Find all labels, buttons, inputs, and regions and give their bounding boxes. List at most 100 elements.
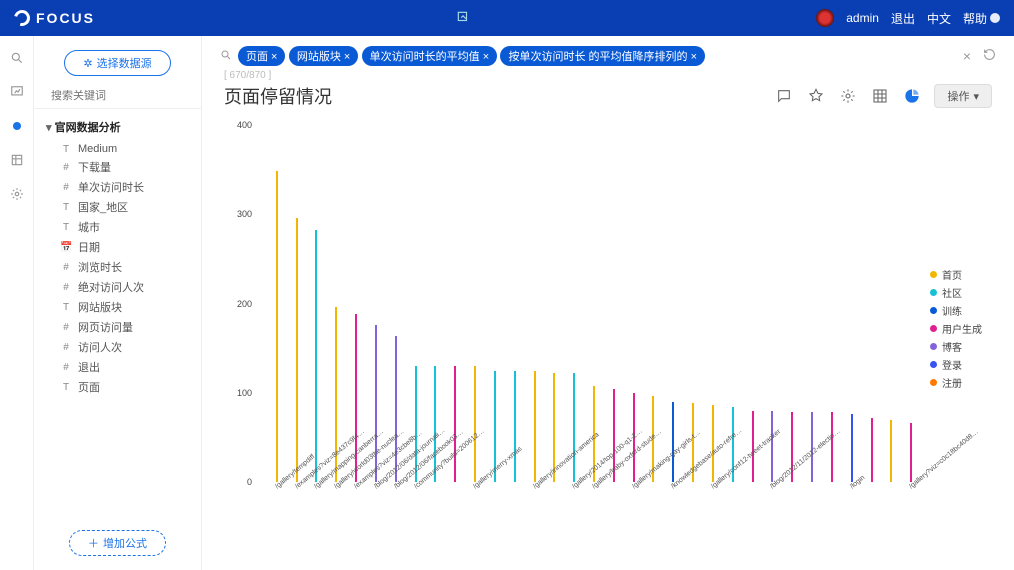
y-tick: 0 (247, 477, 252, 487)
query-pill[interactable]: 网站版块 × (289, 46, 358, 66)
field-label: 国家_地区 (78, 199, 128, 215)
pin-icon[interactable] (806, 86, 826, 106)
chart-area: 0100200300400/gallery/tempdiff/examples?… (202, 117, 1014, 570)
data-icon[interactable] (9, 152, 25, 168)
legend-item[interactable]: 博客 (930, 339, 1000, 354)
refresh-icon[interactable] (983, 48, 996, 64)
active-nav-icon[interactable] (9, 118, 25, 134)
field-type-icon: T (60, 382, 72, 393)
query-pill[interactable]: 单次访问时长的平均值 × (362, 46, 497, 66)
app-brand: FOCUS (36, 10, 95, 26)
legend-item[interactable]: 注册 (930, 375, 1000, 390)
legend: 首页社区训练用户生成博客登录注册 (930, 117, 1000, 564)
bar[interactable] (454, 366, 456, 482)
operate-button[interactable]: 操作 ▾ (934, 84, 992, 108)
field-item[interactable]: T页面 (46, 377, 193, 397)
bar[interactable] (315, 230, 317, 482)
comment-icon[interactable] (774, 86, 794, 106)
field-type-icon: # (60, 162, 72, 173)
config-icon[interactable] (838, 86, 858, 106)
chart-icon[interactable] (902, 86, 922, 106)
bar[interactable] (890, 420, 892, 482)
field-label: 退出 (78, 359, 100, 375)
bar[interactable] (573, 373, 575, 482)
help-link[interactable]: 帮助 (963, 10, 1000, 27)
avatar[interactable] (816, 9, 834, 27)
y-tick: 200 (237, 299, 252, 309)
result-count: [ 670/870 ] (202, 70, 1014, 81)
bar[interactable] (771, 411, 773, 482)
bar[interactable] (514, 371, 516, 482)
bar[interactable] (910, 423, 912, 482)
field-type-icon: # (60, 362, 72, 373)
select-source-button[interactable]: ✲ 选择数据源 (64, 50, 170, 76)
topbar: FOCUS admin 退出 中文 帮助 (0, 0, 1014, 36)
query-pill[interactable]: 按单次访问时长 的平均值降序排列的 × (500, 46, 705, 66)
field-item[interactable]: T城市 (46, 217, 193, 237)
add-formula-button[interactable]: ＋ 增加公式 (69, 530, 166, 556)
edit-icon[interactable] (456, 10, 470, 27)
field-item[interactable]: TMedium (46, 141, 193, 157)
y-tick: 300 (237, 209, 252, 219)
field-item[interactable]: T 国家_地区 (46, 197, 193, 217)
bar[interactable] (296, 218, 298, 482)
field-label: 单次访问时长 (78, 179, 144, 195)
titlebar: 页面停留情况 操作 ▾ (202, 81, 1014, 117)
field-type-icon: # (60, 182, 72, 193)
sidebar: ✲ 选择数据源 官网数据分析 TMedium#下载量#单次访问时长T国家_地区T… (34, 36, 202, 570)
field-type-icon: # (60, 342, 72, 353)
field-item[interactable]: #绝对访问人次 (46, 277, 193, 297)
username[interactable]: admin (846, 11, 879, 25)
bar[interactable] (395, 336, 397, 482)
tree-root[interactable]: 官网数据分析 (46, 119, 193, 135)
field-item[interactable]: # 单次访问时长 (46, 177, 193, 197)
clear-query-icon[interactable]: × (957, 48, 977, 64)
field-label: 日期 (78, 239, 100, 255)
field-search[interactable] (34, 84, 201, 109)
bar[interactable] (276, 171, 278, 482)
field-type-icon: T (60, 202, 72, 213)
query-pill[interactable]: 页面 × (238, 46, 285, 66)
field-item[interactable]: # 退出 (46, 357, 193, 377)
query-search-icon[interactable] (220, 49, 232, 64)
legend-item[interactable]: 训练 (930, 303, 1000, 318)
field-tree: 官网数据分析 TMedium#下载量#单次访问时长T国家_地区T城市📅日期#浏览… (34, 109, 201, 520)
table-icon[interactable] (870, 86, 890, 106)
field-label: 访问人次 (78, 339, 122, 355)
bar[interactable] (672, 402, 674, 482)
field-item[interactable]: # 下载量 (46, 157, 193, 177)
legend-item[interactable]: 首页 (930, 267, 1000, 282)
field-label: 城市 (78, 219, 100, 235)
bar[interactable] (752, 411, 754, 482)
field-search-input[interactable] (51, 90, 193, 102)
y-tick: 400 (237, 120, 252, 130)
lang-link[interactable]: 中文 (927, 10, 951, 27)
field-type-icon: 📅 (60, 242, 72, 253)
legend-item[interactable]: 用户生成 (930, 321, 1000, 336)
field-item[interactable]: # 访问人次 (46, 337, 193, 357)
field-item[interactable]: 📅 日期 (46, 237, 193, 257)
bar[interactable] (831, 412, 833, 482)
bar[interactable] (851, 414, 853, 482)
dashboard-icon[interactable] (9, 84, 25, 100)
field-item[interactable]: # 浏览时长 (46, 257, 193, 277)
legend-item[interactable]: 社区 (930, 285, 1000, 300)
field-type-icon: # (60, 282, 72, 293)
bar[interactable] (712, 405, 714, 482)
bar[interactable] (474, 366, 476, 482)
query-bar: 页面 × 网站版块 × 单次访问时长的平均值 × 按单次访问时长 的平均值降序排… (202, 36, 1014, 70)
field-item[interactable]: T网站版块 (46, 297, 193, 317)
search-icon[interactable] (9, 50, 25, 66)
legend-item[interactable]: 登录 (930, 357, 1000, 372)
logout-link[interactable]: 退出 (891, 10, 915, 27)
field-label: 浏览时长 (78, 259, 122, 275)
app-logo[interactable]: FOCUS (14, 10, 95, 26)
field-label: Medium (78, 143, 117, 155)
field-label: 网站版块 (78, 299, 122, 315)
field-label: 下载量 (78, 159, 111, 175)
field-type-icon: # (60, 262, 72, 273)
bar[interactable] (871, 418, 873, 482)
settings-icon[interactable] (9, 186, 25, 202)
field-item[interactable]: #网页访问量 (46, 317, 193, 337)
bar[interactable] (534, 371, 536, 482)
